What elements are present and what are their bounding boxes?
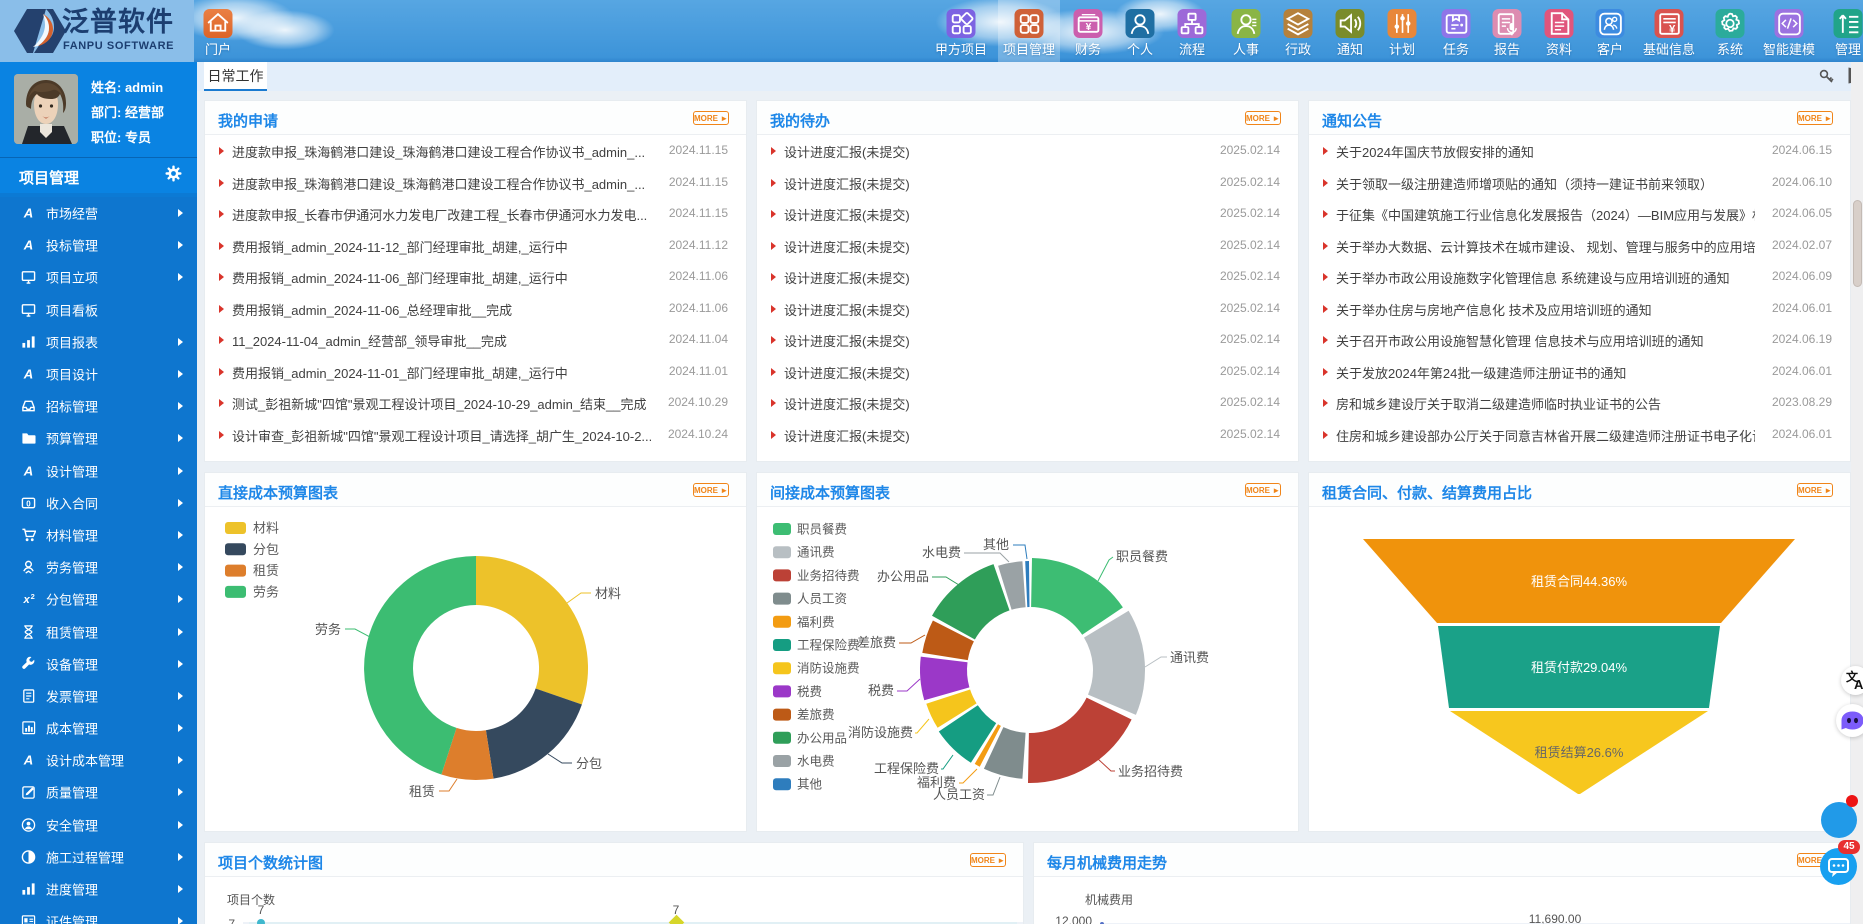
svg-text:人员工资: 人员工资 <box>797 592 847 606</box>
svg-text:业务招待费: 业务招待费 <box>797 568 860 583</box>
svg-text:A: A <box>23 206 33 221</box>
svg-text:7: 7 <box>673 903 680 917</box>
svg-text:机械费用: 机械费用 <box>1085 892 1133 907</box>
svg-text:办公用品: 办公用品 <box>797 730 847 745</box>
svg-text:0: 0 <box>26 499 31 508</box>
svg-text:材料: 材料 <box>253 521 279 536</box>
svg-text:办公用品: 办公用品 <box>877 569 929 584</box>
svg-text:x: x <box>22 595 30 607</box>
svg-text:差旅费: 差旅费 <box>857 635 896 650</box>
svg-text:7: 7 <box>228 917 235 924</box>
svg-text:分包: 分包 <box>253 542 279 557</box>
svg-text:¥: ¥ <box>1669 23 1676 35</box>
svg-text:福利费: 福利费 <box>797 614 835 629</box>
svg-text:A: A <box>23 753 33 768</box>
svg-text:¥: ¥ <box>1086 22 1092 33</box>
svg-text:工程保险费: 工程保险费 <box>797 638 860 653</box>
svg-text:人员工资: 人员工资 <box>933 787 985 802</box>
svg-text:租赁合同44.36%: 租赁合同44.36% <box>1531 574 1628 589</box>
svg-text:水电费: 水电费 <box>922 545 961 560</box>
svg-text:水电费: 水电费 <box>797 755 835 769</box>
svg-text:项目个数: 项目个数 <box>227 892 275 907</box>
svg-text:A: A <box>1854 677 1863 692</box>
svg-text:材料: 材料 <box>595 586 621 601</box>
svg-text:A: A <box>23 367 33 382</box>
svg-text:职员餐费: 职员餐费 <box>1116 549 1168 564</box>
svg-text:租赁: 租赁 <box>253 563 279 578</box>
svg-text:业务招待费: 业务招待费 <box>1118 764 1183 779</box>
svg-text:租赁付款29.04%: 租赁付款29.04% <box>1531 660 1628 675</box>
svg-text:12,000: 12,000 <box>1055 914 1092 924</box>
svg-text:A: A <box>23 238 33 253</box>
svg-text:差旅费: 差旅费 <box>797 708 835 722</box>
svg-text:分包: 分包 <box>576 756 602 771</box>
svg-text:11,690.00: 11,690.00 <box>1529 912 1582 924</box>
svg-text:租赁: 租赁 <box>409 784 435 799</box>
svg-text:租赁结算26.6%: 租赁结算26.6% <box>1535 745 1624 760</box>
svg-text:消防设施费: 消防设施费 <box>797 661 860 676</box>
svg-text:7: 7 <box>258 903 265 917</box>
svg-text:通讯费: 通讯费 <box>1170 650 1209 665</box>
svg-text:工程保险费: 工程保险费 <box>874 761 939 776</box>
svg-text:劳务: 劳务 <box>315 622 341 637</box>
svg-text:消防设施费: 消防设施费 <box>848 725 913 740</box>
svg-text:2: 2 <box>31 592 35 601</box>
svg-text:税费: 税费 <box>868 683 894 698</box>
svg-text:税费: 税费 <box>797 685 822 699</box>
svg-text:通讯费: 通讯费 <box>797 546 835 560</box>
svg-text:其他: 其他 <box>797 778 823 792</box>
svg-text:劳务: 劳务 <box>253 584 279 599</box>
svg-text:A: A <box>23 463 33 478</box>
svg-text:其他: 其他 <box>983 537 1009 552</box>
svg-text:职员餐费: 职员餐费 <box>797 522 847 537</box>
